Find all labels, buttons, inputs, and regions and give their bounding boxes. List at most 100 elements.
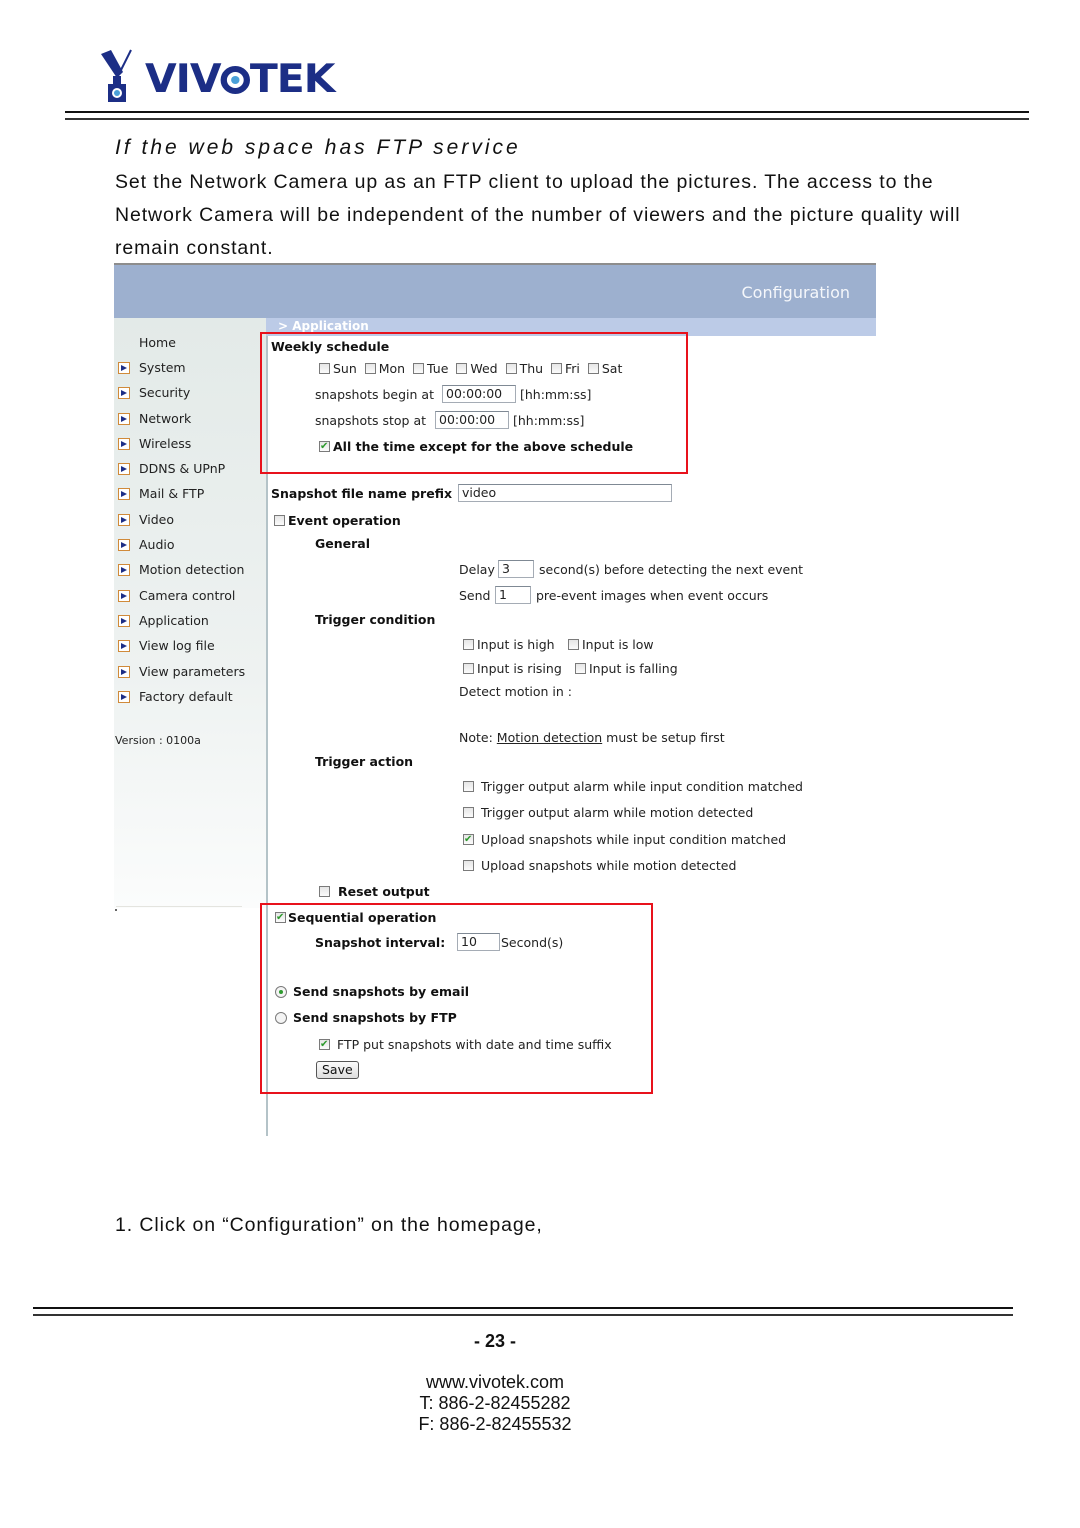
sidebar-item-network[interactable]: Network	[118, 410, 191, 428]
sidebar-item-camera-control[interactable]: Camera control	[118, 587, 235, 605]
arrow-icon	[118, 386, 130, 399]
arrow-icon	[118, 589, 130, 602]
highlight-sequential-operation	[260, 903, 653, 1094]
action-label: Upload snapshots while motion detected	[481, 858, 737, 873]
prefix-label: Snapshot file name prefix	[271, 486, 453, 501]
page-number: - 23 -	[473, 1331, 516, 1351]
sidebar-item-label: Security	[139, 385, 191, 400]
arrow-icon	[118, 412, 130, 425]
sidebar-item-mail-ftp[interactable]: Mail & FTP	[118, 485, 204, 503]
action-upload-input[interactable]: Upload snapshots while input condition m…	[463, 832, 786, 848]
sidebar-marker	[115, 909, 117, 911]
condition-input-rising[interactable]: Input is rising	[463, 661, 562, 677]
condition-input-low[interactable]: Input is low	[568, 637, 654, 653]
prefix-input[interactable]: video	[458, 484, 672, 502]
sidebar-item-label: System	[139, 360, 186, 375]
action-label: Trigger output alarm while input conditi…	[481, 779, 803, 794]
configuration-link[interactable]: Configuration	[741, 283, 850, 302]
checkbox-icon	[568, 639, 579, 650]
checkbox-icon	[463, 860, 474, 871]
sidebar-item-label: DDNS & UPnP	[139, 461, 226, 476]
intro-paragraph: Set the Network Camera up as an FTP clie…	[115, 171, 961, 259]
action-alarm-input[interactable]: Trigger output alarm while input conditi…	[463, 779, 803, 795]
checkbox-icon	[463, 781, 474, 792]
brand-wordmark: VIV TEK	[145, 57, 335, 102]
arrow-icon	[118, 513, 130, 526]
contact-info: www.vivotek.com T: 886-2-82455282 F: 886…	[0, 1372, 990, 1435]
arrow-icon	[118, 361, 130, 374]
firmware-version: Version : 0100a	[115, 734, 201, 747]
sidebar-item-home[interactable]: Home	[139, 334, 176, 352]
sidebar-item-label: Network	[139, 411, 192, 426]
reset-output-label: Reset output	[338, 884, 430, 899]
note-prefix: Note:	[459, 730, 493, 745]
instruction-step-1: 1. Click on “Configuration” on the homep…	[115, 1214, 543, 1236]
sidebar-item-motion-detection[interactable]: Motion detection	[118, 561, 244, 579]
motion-note: Note: Motion detection must be setup fir…	[459, 730, 725, 746]
condition-label: Input is low	[582, 637, 654, 652]
condition-input-high[interactable]: Input is high	[463, 637, 555, 653]
phone: T: 886-2-82455282	[419, 1393, 571, 1413]
sidebar-item-label: View parameters	[139, 664, 246, 679]
sidebar-item-audio[interactable]: Audio	[118, 536, 175, 554]
sidebar-item-ddns-upnp[interactable]: DDNS & UPnP	[118, 460, 225, 478]
sidebar-item-security[interactable]: Security	[118, 384, 190, 402]
header-divider	[65, 111, 1029, 120]
arrow-icon	[118, 563, 130, 576]
checkbox-icon	[274, 515, 285, 526]
detect-motion-label: Detect motion in :	[459, 684, 572, 699]
general-heading: General	[315, 536, 370, 551]
condition-input-falling[interactable]: Input is falling	[575, 661, 678, 677]
arrow-icon	[118, 487, 130, 500]
event-operation-label: Event operation	[288, 513, 401, 528]
sidebar-item-view-parameters[interactable]: View parameters	[118, 663, 245, 681]
checkbox-icon	[319, 886, 330, 897]
highlight-weekly-schedule	[260, 332, 688, 474]
footer-divider	[33, 1307, 1013, 1316]
sidebar-item-wireless[interactable]: Wireless	[118, 435, 191, 453]
checkbox-icon	[575, 663, 586, 674]
condition-label: Input is high	[477, 637, 555, 652]
event-operation-checkbox[interactable]: Event operation	[274, 513, 401, 529]
arrow-icon	[118, 462, 130, 475]
motion-detection-link[interactable]: Motion detection	[497, 730, 602, 745]
arrow-icon	[118, 614, 130, 627]
note-suffix: must be setup first	[606, 730, 725, 745]
sidebar-item-label: Mail & FTP	[139, 486, 205, 501]
sidebar-item-label: Audio	[139, 537, 175, 552]
send-label: Send	[459, 588, 491, 603]
sidebar-item-label: Application	[139, 613, 209, 628]
top-banner: Configuration	[114, 263, 876, 318]
send-suffix: pre-event images when event occurs	[536, 588, 769, 603]
sidebar-item-video[interactable]: Video	[118, 511, 174, 529]
arrow-icon	[118, 665, 130, 678]
arrow-icon	[118, 690, 130, 703]
sidebar-item-view-log-file[interactable]: View log file	[118, 637, 215, 655]
arrow-icon	[118, 639, 130, 652]
checkbox-icon	[463, 639, 474, 650]
arrow-icon	[118, 437, 130, 450]
sidebar-item-label: Factory default	[139, 689, 233, 704]
delay-input[interactable]: 3	[498, 560, 534, 578]
condition-label: Input is falling	[589, 661, 678, 676]
reset-output-checkbox[interactable]: Reset output	[319, 884, 430, 900]
sidebar-item-factory-default[interactable]: Factory default	[118, 688, 233, 706]
sidebar-item-system[interactable]: System	[118, 359, 186, 377]
arrow-icon	[118, 538, 130, 551]
sidebar-item-label: View log file	[139, 638, 215, 653]
action-label: Trigger output alarm while motion detect…	[481, 805, 754, 820]
camera-logo-icon	[101, 49, 132, 102]
action-alarm-motion[interactable]: Trigger output alarm while motion detect…	[463, 805, 753, 821]
trigger-condition-heading: Trigger condition	[315, 612, 436, 627]
trigger-action-heading: Trigger action	[315, 754, 414, 769]
action-upload-motion[interactable]: Upload snapshots while motion detected	[463, 858, 736, 874]
breadcrumb: > Application	[278, 319, 369, 333]
sidebar-item-application[interactable]: Application	[118, 612, 209, 630]
fax: F: 886-2-82455532	[418, 1414, 572, 1434]
checkbox-icon	[463, 807, 474, 818]
checkbox-checked-icon	[463, 832, 474, 848]
send-input[interactable]: 1	[495, 586, 531, 604]
action-label: Upload snapshots while input condition m…	[481, 832, 787, 847]
checkbox-icon	[463, 663, 474, 674]
sidebar-item-label: Wireless	[139, 436, 192, 451]
